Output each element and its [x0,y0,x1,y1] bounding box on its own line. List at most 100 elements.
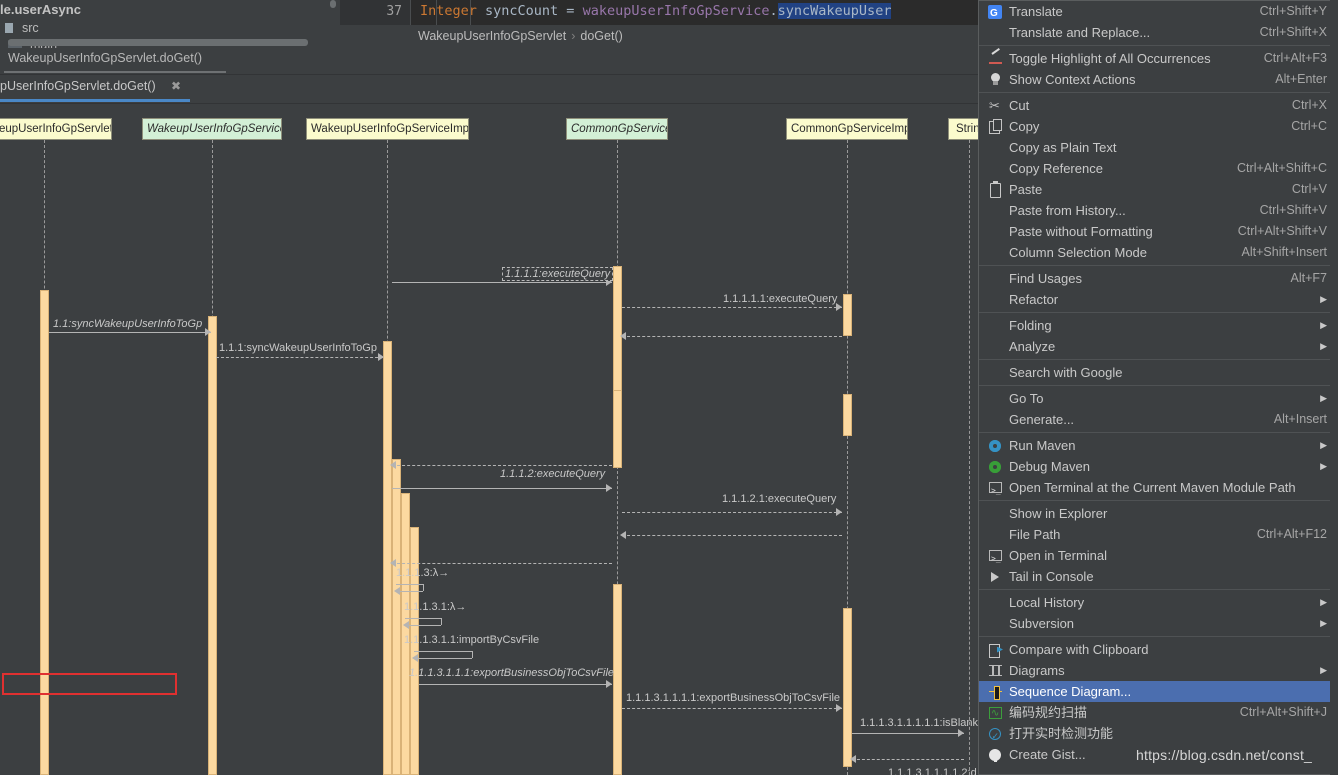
menu-item-icon-slot [987,245,1005,261]
activation-commongpserviceimpl-3[interactable] [843,608,852,767]
activation-commongpserviceimpl-2[interactable] [843,394,852,436]
menu-item-sequence-diagram[interactable]: Sequence Diagram... [979,681,1337,702]
tab-wakeup-doget-outer[interactable]: WakeupUserInfoGpServlet.doGet() [8,51,202,65]
menu-item-subversion[interactable]: Subversion ▶ [979,613,1337,634]
msg-label-2: 1.1.1:syncWakeupUserInfoToGp [219,342,377,354]
menu-item-generate[interactable]: Generate... Alt+Insert [979,409,1337,430]
selfcall-3-arrowhead [412,654,418,662]
gear-blue-icon [987,438,1005,454]
breadcrumb[interactable]: WakeupUserInfoGpServlet › doGet() [418,29,623,43]
menu-item-column-selection-mode[interactable]: Column Selection Mode Alt+Shift+Insert [979,242,1337,263]
selfcall-1-arrowhead [394,587,400,595]
chevron-right-icon: ▶ [1320,341,1327,351]
menu-item-debug-maven[interactable]: Debug Maven ▶ [979,456,1337,477]
lifeline-header-commongpserviceimpl[interactable]: CommonGpServiceImpl [786,118,908,140]
lifeline-header-commongpservice[interactable]: CommonGpService [566,118,668,140]
msg-arrowhead-7 [836,508,842,516]
menu-item-shortcut: Alt+Shift+Insert [1241,245,1327,259]
menu-item-label: Diagrams [1009,663,1065,678]
menu-item-icon-slot [987,527,1005,543]
menu-item-find-usages[interactable]: Find Usages Alt+F7 [979,268,1337,289]
menu-item-compare-with-clipboard[interactable]: Compare with Clipboard [979,639,1337,660]
return-arrowhead-7 [620,531,626,539]
activation-gpserviceimpl[interactable] [383,341,392,775]
menu-item-[interactable]: 编码规约扫描 Ctrl+Alt+Shift+J [979,702,1337,724]
project-vertical-scrollbar[interactable] [330,0,336,8]
lifeline-6-dash [969,140,970,775]
activation-commongpserviceimpl-1[interactable] [843,294,852,336]
project-tree-item-src[interactable]: src [22,21,39,35]
lifeline-header-wakeupuserinfogpservlet[interactable]: eupUserInfoGpServlet [0,118,112,140]
menu-item-icon-slot [987,365,1005,381]
activation-gpservice[interactable] [208,316,217,775]
msg-label-8: 1.1.1.3:λ→ [396,567,450,579]
menu-separator [979,500,1337,501]
sequence-diagram-canvas[interactable]: eupUserInfoGpServlet WakeupUserInfoGpSer… [0,104,978,775]
msg-label-5: 1.1.1.2:executeQuery [500,468,606,480]
lifeline-header-wakeupuserinfogpserviceimpl[interactable]: WakeupUserInfoGpServiceImpl [306,118,469,140]
msg-line-3 [392,282,612,283]
paste-icon [987,180,1005,198]
diagram-tab-strip-inner: pUserInfoGpServlet.doGet() ✖ [0,75,978,104]
selfcall-2-arrowhead [403,621,409,629]
close-icon[interactable]: ✖ [170,80,182,92]
msg-label-15: 1.1.1.3.1.1.1.1.2:d [888,767,977,775]
menu-item-copy-as-plain-text[interactable]: Copy as Plain Text [979,137,1337,158]
menu-item-open-in-terminal[interactable]: Open in Terminal [979,545,1337,569]
menu-item-tail-in-console[interactable]: Tail in Console [979,566,1337,587]
menu-item-local-history[interactable]: Local History ▶ [979,592,1337,613]
menu-item-show-in-explorer[interactable]: Show in Explorer [979,503,1337,524]
menu-item-shortcut: Ctrl+Alt+Shift+C [1237,161,1327,175]
lifeline-header-string[interactable]: String [948,118,978,140]
menu-item-analyze[interactable]: Analyze ▶ [979,336,1337,357]
menu-item-label: 打开实时检测功能 [1009,726,1114,741]
activation-commongpservice-3[interactable] [613,584,622,775]
menu-item-search-with-google[interactable]: Search with Google [979,362,1337,383]
menu-item-icon-slot [987,25,1005,41]
activation-gpserviceimpl-2[interactable] [392,459,401,775]
menu-item-translate[interactable]: Translate Ctrl+Shift+Y [979,1,1337,24]
menu-item-toggle-highlight-of-all-occurrences[interactable]: Toggle Highlight of All Occurrences Ctrl+… [979,47,1337,69]
breadcrumb-method[interactable]: doGet() [580,29,622,43]
tab-underline-inactive [4,71,226,73]
menu-item-file-path[interactable]: File Path Ctrl+Alt+F12 [979,524,1337,545]
menu-item-icon-slot [987,224,1005,240]
lifeline-header-wakeupuserinfogpservice[interactable]: WakeupUserInfoGpService [142,118,282,140]
menu-item-label: Tail in Console [1009,569,1094,584]
menu-item-translate-and-replace[interactable]: Translate and Replace... Ctrl+Shift+X [979,22,1337,43]
code-variable: syncCount = [476,3,583,19]
code-keyword: Integer [420,3,477,19]
msg-line-2 [216,357,383,358]
wave-icon [987,703,1005,724]
menu-item-paste-from-history[interactable]: Paste from History... Ctrl+Shift+V [979,200,1337,221]
menu-item-go-to[interactable]: Go To ▶ [979,388,1337,409]
menu-item-cut[interactable]: ✂ Cut Ctrl+X [979,95,1337,116]
editor-gutter[interactable]: 37 [340,0,410,25]
menu-item-show-context-actions[interactable]: Show Context Actions Alt+Enter [979,69,1337,90]
menu-item-refactor[interactable]: Refactor ▶ [979,289,1337,310]
menu-item-shortcut: Ctrl+X [1291,98,1327,112]
activation-servlet[interactable] [40,290,49,775]
menu-item-diagrams[interactable]: Diagrams ▶ [979,660,1337,681]
msg-label-1: 1.1:syncWakeupUserInfoToGp [53,318,203,330]
return-line-14 [852,759,964,760]
project-tool-window[interactable]: le.userAsync src main [0,0,340,52]
menu-item-folding[interactable]: Folding ▶ [979,315,1337,336]
code-text[interactable]: Integer syncCount = wakeupUserInfoGpServ… [420,3,892,19]
context-menu[interactable]: Translate Ctrl+Shift+Y Translate and Repla… [978,0,1338,775]
menu-item-open-terminal-at-the-current-maven-module-path[interactable]: Open Terminal at the Current Maven Modul… [979,477,1337,501]
breadcrumb-class[interactable]: WakeupUserInfoGpServlet [418,29,566,43]
menu-item-copy[interactable]: Copy Ctrl+C [979,116,1337,137]
menu-item-[interactable]: 打开实时检测功能 [979,723,1337,747]
menu-item-label: Copy as Plain Text [1009,140,1117,155]
menu-item-paste[interactable]: Paste Ctrl+V [979,179,1337,200]
menu-item-copy-reference[interactable]: Copy Reference Ctrl+Alt+Shift+C [979,158,1337,179]
source-folder-icon [5,23,13,33]
menu-item-run-maven[interactable]: Run Maven ▶ [979,435,1337,456]
menu-item-shortcut: Ctrl+Alt+F3 [1263,51,1327,65]
activation-commongpservice-2[interactable] [613,390,622,468]
menu-item-paste-without-formatting[interactable]: Paste without Formatting Ctrl+Alt+Shift+V [979,221,1337,242]
project-horizontal-scrollbar[interactable] [8,39,308,46]
tab-wakeup-doget-active[interactable]: pUserInfoGpServlet.doGet() [0,79,156,93]
chevron-right-icon: ▶ [1320,665,1327,675]
